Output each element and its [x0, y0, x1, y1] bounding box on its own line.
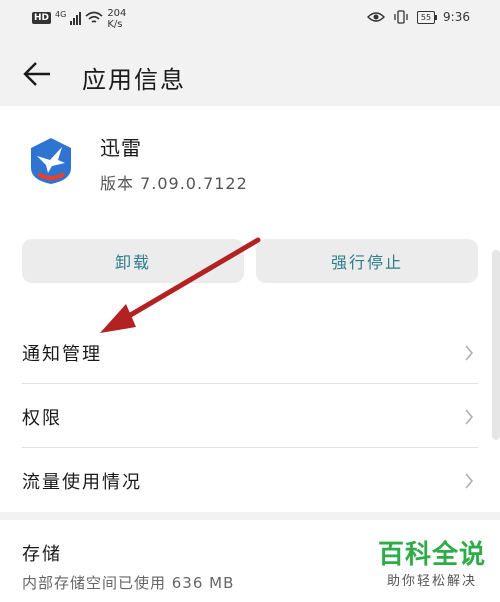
- network-speed: 204 K/s: [107, 8, 126, 30]
- list-item-data-usage[interactable]: 流量使用情况: [22, 448, 478, 512]
- watermark-main: 百科全说: [377, 540, 486, 570]
- speed-value: 204: [107, 8, 127, 19]
- app-name: 迅雷: [100, 136, 142, 160]
- watermark-logo: 百科全说 助你轻松解决: [378, 540, 486, 589]
- list-item-notification-management[interactable]: 通知管理: [22, 320, 478, 384]
- xunlei-bird-icon: [31, 138, 71, 184]
- page-title: 应用信息: [82, 66, 186, 94]
- signal-icon: [70, 11, 82, 25]
- header: 应用信息: [0, 40, 500, 106]
- vibrate-icon: [394, 10, 408, 24]
- back-button[interactable]: [18, 54, 58, 94]
- status-bar: HD 4G 204 K/s 55 9:36: [0, 0, 500, 40]
- list-item-label: 通知管理: [22, 344, 102, 365]
- clock: 9:36: [443, 10, 470, 24]
- storage-detail: 内部存储空间已使用 636 MB: [22, 574, 235, 592]
- app-card: 迅雷 版本 7.09.0.7122 卸载 强行停止 通知管理 权限 流量使用情况: [0, 106, 500, 512]
- network-type: 4G: [55, 10, 67, 19]
- status-left: HD 4G 204 K/s: [32, 8, 126, 30]
- chevron-right-icon: [465, 409, 474, 425]
- scrollbar[interactable]: [492, 250, 500, 440]
- battery-icon: 55: [416, 10, 438, 24]
- hd-badge: HD: [32, 12, 52, 24]
- speed-unit: K/s: [107, 19, 123, 30]
- force-stop-button[interactable]: 强行停止: [256, 239, 478, 283]
- status-right: 55 9:36: [366, 10, 470, 24]
- chevron-right-icon: [465, 473, 474, 489]
- list-item-label: 流量使用情况: [22, 472, 142, 493]
- list-item-permissions[interactable]: 权限: [22, 384, 478, 448]
- watermark-sub: 助你轻松解决: [386, 574, 477, 589]
- wifi-icon: [85, 11, 103, 23]
- app-version: 版本 7.09.0.7122: [100, 174, 248, 193]
- uninstall-button[interactable]: 卸载: [22, 239, 244, 283]
- chevron-right-icon: [465, 345, 474, 361]
- eye-icon: [366, 12, 385, 22]
- storage-title: 存储: [22, 544, 62, 565]
- list-item-label: 权限: [22, 408, 62, 429]
- arrow-left-icon: [23, 62, 50, 86]
